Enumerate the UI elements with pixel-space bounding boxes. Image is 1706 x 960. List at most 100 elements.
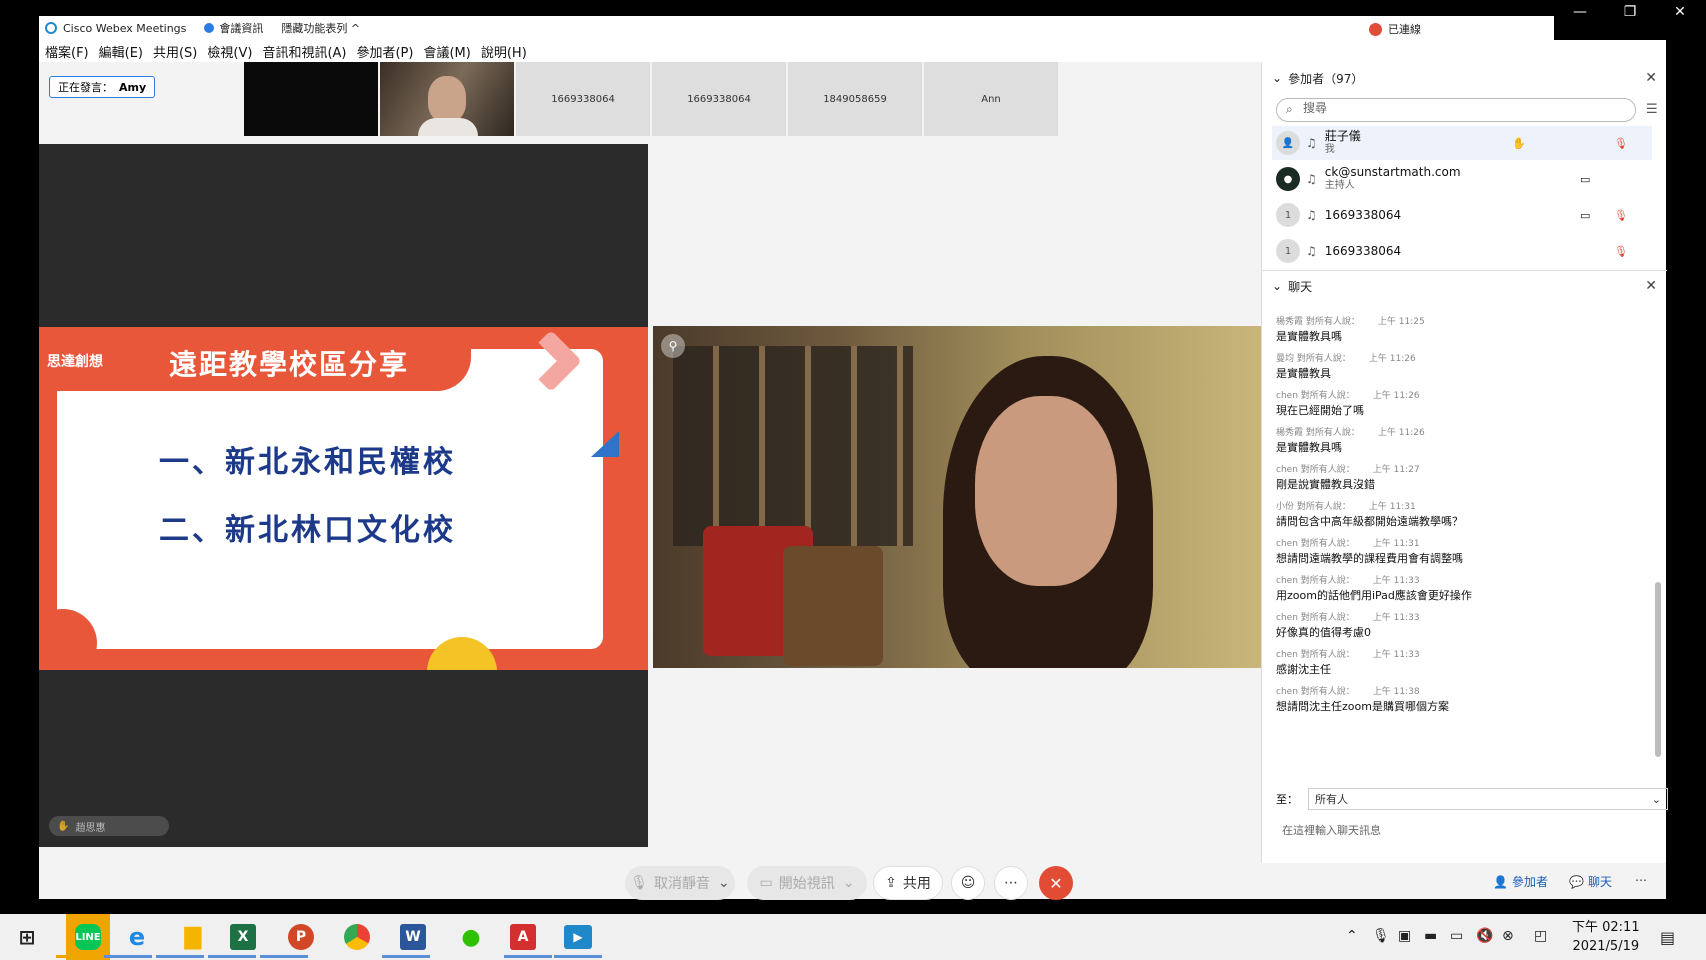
chat-message: 曼均 對所有人說： 上午 11:26 是實體教具 <box>1276 354 1416 380</box>
menu-meeting[interactable]: 會議(M) <box>423 42 470 61</box>
restore-button[interactable]: ❐ <box>1605 0 1655 24</box>
mic-icon: 🎙 <box>630 875 649 891</box>
battery-icon[interactable]: ▬ <box>1424 928 1437 944</box>
wechat-icon[interactable]: ● <box>454 920 488 954</box>
camera-tray-icon[interactable]: ▣ <box>1398 928 1411 944</box>
windows-taskbar: ⊞ LINE e ▇ X P W ● A ▶ ⌃ 🎙 ▣ ▬ ▭ 🔇 ⊗ ◰ 下… <box>0 914 1706 960</box>
chevron-down-icon: ⌄ <box>718 875 730 891</box>
triangle-decoration-icon <box>591 431 619 457</box>
unmute-button[interactable]: 🎙 取消靜音 ⌄ <box>625 866 735 900</box>
muted-mic-icon[interactable]: 🎙 <box>1614 245 1628 258</box>
chat-scrollbar[interactable] <box>1654 312 1662 774</box>
powerpoint-icon[interactable]: P <box>288 924 314 950</box>
active-speaker-video[interactable]: ⚲ <box>653 326 1261 668</box>
reactions-button[interactable]: ☺ <box>951 866 985 900</box>
participant-row[interactable]: ● ♫ ck@sunstartmath.com 主持人 ▭ <box>1272 162 1652 196</box>
menu-participants[interactable]: 參加者(P) <box>356 42 413 61</box>
video-camera-icon[interactable]: ▭ <box>1580 173 1590 186</box>
participant-search-input[interactable]: 搜尋 <box>1276 98 1636 122</box>
chat-message: 楊秀霞 對所有人說： 上午 11:26 是實體教具嗎 <box>1276 428 1425 454</box>
active-app-indicator <box>104 955 152 958</box>
recipient-select[interactable]: 所有人 ⌄ <box>1308 788 1668 810</box>
close-icon[interactable]: ✕ <box>1645 278 1657 294</box>
word-icon[interactable]: W <box>400 924 426 950</box>
menu-view[interactable]: 檢視(V) <box>207 42 252 61</box>
line-app-icon[interactable]: LINE <box>66 914 110 960</box>
excel-icon[interactable]: X <box>230 924 256 950</box>
chat-message: chen 對所有人說： 上午 11:33 感謝沈主任 <box>1276 650 1420 676</box>
hide-toolbar-button[interactable]: 隱藏功能表列 ^ <box>281 20 360 36</box>
title-bar: Cisco Webex Meetings 會議資訊 隱藏功能表列 ^ 已連線 <box>39 16 1666 40</box>
system-clock[interactable]: 下午 02:11 2021/5/19 <box>1572 918 1640 956</box>
edge-browser-icon[interactable]: e <box>120 920 154 954</box>
start-video-button[interactable]: ▭ 開始視訊 ⌄ <box>747 866 867 900</box>
desktop: Cisco Webex Meetings 會議資訊 隱藏功能表列 ^ 已連線 檔… <box>0 0 1706 960</box>
chevron-up-icon[interactable]: ⌃ <box>1346 928 1358 944</box>
menu-share[interactable]: 共用(S) <box>153 42 197 61</box>
more-icon: ⋯ <box>1004 875 1018 891</box>
video-camera-icon[interactable]: ▭ <box>1580 209 1590 222</box>
active-app-indicator <box>208 955 256 958</box>
panel-more-button[interactable]: ⋯ <box>1635 873 1647 887</box>
webex-taskbar-icon[interactable]: ▶ <box>564 925 592 949</box>
meeting-info-button[interactable]: 會議資訊 <box>204 20 263 36</box>
mic-tray-icon[interactable]: 🎙 <box>1372 928 1390 944</box>
participants-panel-button[interactable]: 👤 參加者 <box>1493 873 1548 890</box>
thumbnail-participant[interactable]: 1669338064 <box>516 62 650 136</box>
thumbnail-video[interactable] <box>244 62 378 136</box>
headset-icon: ♫ <box>1306 208 1317 222</box>
chat-header[interactable]: ⌄ 聊天 ✕ <box>1272 276 1657 296</box>
close-circle-icon[interactable]: ⊗ <box>1502 928 1514 944</box>
volume-muted-icon[interactable]: 🔇 <box>1476 928 1493 944</box>
menu-file[interactable]: 檔案(F) <box>45 42 89 61</box>
person-icon: 👤 <box>1493 874 1508 889</box>
thumbnail-participant[interactable]: Ann <box>924 62 1058 136</box>
active-app-indicator <box>260 955 308 958</box>
webex-logo-icon <box>45 22 57 34</box>
participant-row[interactable]: 1 ♫ 1669338064 ▭ 🎙 <box>1272 198 1652 232</box>
close-icon: ✕ <box>1049 873 1063 893</box>
muted-mic-icon[interactable]: 🎙 <box>1614 209 1628 222</box>
menu-edit[interactable]: 編輯(E) <box>99 42 143 61</box>
pin-icon[interactable]: ⚲ <box>661 334 685 358</box>
slide-brand: 思達創想 <box>47 354 103 370</box>
participant-row[interactable]: 👤 ♫ 莊子儀 我 ✋ 🎙 <box>1272 126 1652 160</box>
leave-meeting-button[interactable]: ✕ <box>1039 866 1073 900</box>
thumbnail-participant[interactable]: 1669338064 <box>652 62 786 136</box>
chat-message: 楊秀霞 對所有人說： 上午 11:25 是實體教具嗎 <box>1276 317 1425 343</box>
headset-icon: ♫ <box>1306 136 1317 150</box>
participant-row[interactable]: 1 ♫ 1669338064 🎙 <box>1272 234 1652 268</box>
chat-message: chen 對所有人說： 上午 11:38 想請問沈主任zoom是購買哪個方案 <box>1276 687 1449 713</box>
chat-message-input[interactable]: 在這裡輸入聊天訊息 <box>1282 822 1381 838</box>
close-button[interactable]: ✕ <box>1655 0 1705 24</box>
active-app-indicator <box>156 955 204 958</box>
close-icon[interactable]: ✕ <box>1645 70 1657 86</box>
divider <box>1262 270 1667 271</box>
ime-icon[interactable]: ◰ <box>1534 928 1547 944</box>
share-button[interactable]: ⇪ 共用 <box>873 866 943 900</box>
menu-help[interactable]: 說明(H) <box>481 42 527 61</box>
windows-start-icon[interactable]: ⊞ <box>10 920 44 954</box>
scrollbar-thumb[interactable] <box>1655 582 1661 757</box>
minimize-button[interactable]: — <box>1555 0 1605 24</box>
raise-hand-icon[interactable]: ✋ <box>1512 137 1526 150</box>
file-explorer-icon[interactable]: ▇ <box>176 920 210 954</box>
more-options-button[interactable]: ⋯ <box>994 866 1028 900</box>
thumbnail-video[interactable] <box>380 62 514 136</box>
menu-audio-video[interactable]: 音訊和視訊(A) <box>262 42 346 61</box>
notification-icon[interactable]: ▤ <box>1660 928 1675 947</box>
thumbnail-participant[interactable]: 1849058659 <box>788 62 922 136</box>
webex-window: Cisco Webex Meetings 會議資訊 隱藏功能表列 ^ 已連線 檔… <box>39 16 1668 900</box>
muted-mic-icon[interactable]: 🎙 <box>1614 137 1628 150</box>
avatar: 1 <box>1276 239 1300 263</box>
participants-header[interactable]: ⌄ 參加者（97） ✕ <box>1272 68 1657 88</box>
search-icon: ⌕ <box>1286 102 1293 116</box>
sort-icon[interactable]: ☰ <box>1646 102 1658 117</box>
more-icon: ⋯ <box>1635 873 1647 887</box>
chrome-icon[interactable] <box>344 924 370 950</box>
acrobat-icon[interactable]: A <box>510 924 536 950</box>
network-icon[interactable]: ▭ <box>1450 928 1463 944</box>
chevron-down-icon: ⌄ <box>1272 279 1283 293</box>
chat-panel-button[interactable]: 💬 聊天 <box>1569 873 1612 890</box>
meeting-controls: 🎙 取消靜音 ⌄ ▭ 開始視訊 ⌄ ⇪ 共用 ☺ ⋯ ✕ 👤 參加者 💬 聊天 … <box>39 863 1666 900</box>
